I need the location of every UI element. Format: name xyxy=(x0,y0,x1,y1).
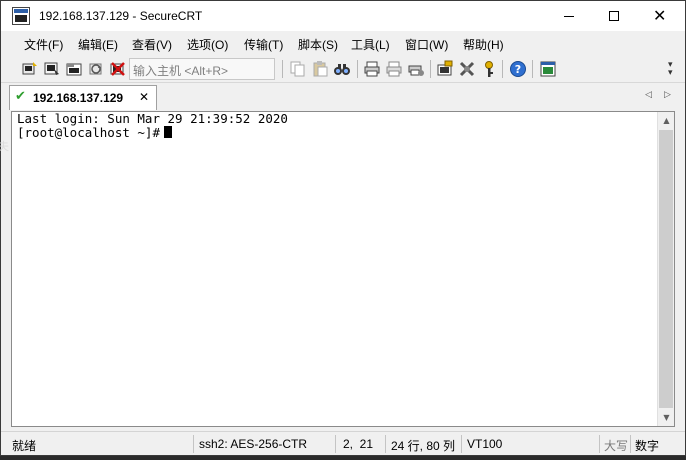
tab-scroll-left-icon[interactable]: ◁ xyxy=(645,90,652,100)
window-title: 192.168.137.129 - SecureCRT xyxy=(39,9,203,23)
menu-options[interactable]: 选项(O) xyxy=(187,36,228,53)
menu-view[interactable]: 查看(V) xyxy=(132,36,172,53)
print-setup-icon[interactable] xyxy=(407,60,425,78)
tab-close-icon[interactable]: ✕ xyxy=(139,90,149,104)
terminal-prompt: [root@localhost ~]# xyxy=(17,125,160,140)
toolbar-overflow-icon[interactable]: ▾ ▾ xyxy=(668,61,678,78)
session-options-icon[interactable] xyxy=(436,60,454,78)
connect-in-tab-icon[interactable] xyxy=(65,60,83,78)
toolbar: 输入主机 <Alt+R> ? ▾ ▾ xyxy=(1,55,685,83)
status-separator xyxy=(193,435,194,453)
tab-scroll-right-icon[interactable]: ▷ xyxy=(664,90,671,100)
minimize-button[interactable] xyxy=(546,1,592,31)
status-encryption: ssh2: AES-256-CTR xyxy=(199,437,308,451)
menu-file[interactable]: 文件(F) xyxy=(24,36,63,53)
status-separator xyxy=(630,435,631,453)
scroll-down-icon[interactable]: ▼ xyxy=(658,409,675,426)
status-separator xyxy=(335,435,336,453)
menu-window[interactable]: 窗口(W) xyxy=(405,36,448,53)
print-icon[interactable] xyxy=(363,60,381,78)
disconnect-icon[interactable] xyxy=(109,60,127,78)
reconnect-icon[interactable] xyxy=(87,60,105,78)
terminal-line: Last login: Sun Mar 29 21:39:52 2020 xyxy=(17,111,288,126)
menu-transfer[interactable]: 传输(T) xyxy=(244,36,283,53)
background-strip xyxy=(0,456,686,460)
status-cursor-position: 2, 21 xyxy=(343,437,374,451)
help-icon[interactable]: ? xyxy=(509,60,527,78)
status-num-lock: 数字 xyxy=(635,439,660,453)
status-bar: 就绪 ssh2: AES-256-CTR 2, 21 24 行, 80 列 VT… xyxy=(1,431,685,455)
status-caps-lock: 大写 xyxy=(604,439,629,453)
maximize-button[interactable] xyxy=(591,1,637,31)
maximize-icon xyxy=(609,11,619,21)
toolbar-separator xyxy=(532,60,533,78)
toolbar-separator xyxy=(357,60,358,78)
securecrt-window: 192.168.137.129 - SecureCRT ✕ 文件(F) 编辑(E… xyxy=(0,0,686,456)
tab-session[interactable]: ✔ 192.168.137.129 ✕ xyxy=(9,85,157,110)
terminal-output: Last login: Sun Mar 29 21:39:52 2020 [roo… xyxy=(17,112,288,140)
menu-edit[interactable]: 编辑(E) xyxy=(78,36,118,53)
keymap-icon[interactable] xyxy=(480,60,498,78)
terminal-prompt-line: [root@localhost ~]# xyxy=(17,126,288,140)
paste-icon[interactable] xyxy=(311,60,329,78)
connect-icon[interactable] xyxy=(21,60,39,78)
title-bar: 192.168.137.129 - SecureCRT ✕ xyxy=(1,1,685,31)
quick-connect-icon[interactable] xyxy=(43,60,61,78)
session-tab-bar: ✔ 192.168.137.129 ✕ ◁ ▷ xyxy=(1,84,685,110)
terminal-cursor xyxy=(164,126,172,138)
status-separator xyxy=(599,435,600,453)
scroll-up-icon[interactable]: ▲ xyxy=(658,112,675,129)
minimize-icon xyxy=(564,16,574,17)
status-dimensions: 24 行, 80 列 xyxy=(391,439,456,453)
terminal-scrollbar[interactable]: ▲ ▼ xyxy=(657,112,674,426)
status-separator xyxy=(461,435,462,453)
close-button[interactable]: ✕ xyxy=(637,1,683,31)
print-selection-icon[interactable] xyxy=(385,60,403,78)
menu-script[interactable]: 脚本(S) xyxy=(298,36,338,53)
toolbar-separator xyxy=(502,60,503,78)
menu-help[interactable]: 帮助(H) xyxy=(463,36,504,53)
securecrt-app-icon[interactable] xyxy=(12,7,30,25)
menu-tools[interactable]: 工具(L) xyxy=(351,36,390,53)
copy-icon[interactable] xyxy=(289,60,307,78)
status-ready: 就绪 xyxy=(12,439,37,453)
menu-bar: 文件(F) 编辑(E) 查看(V) 选项(O) 传输(T) 脚本(S) 工具(L… xyxy=(1,31,685,55)
close-icon: ✕ xyxy=(653,6,667,25)
global-options-icon[interactable] xyxy=(458,60,476,78)
tab-label: 192.168.137.129 xyxy=(33,91,124,105)
find-icon[interactable] xyxy=(333,60,351,78)
svg-text:?: ? xyxy=(515,63,521,76)
terminal-view[interactable]: Last login: Sun Mar 29 21:39:52 2020 [roo… xyxy=(11,111,675,427)
scrollbar-thumb[interactable] xyxy=(659,130,673,408)
about-icon[interactable] xyxy=(539,60,557,78)
status-separator xyxy=(385,435,386,453)
check-icon: ✔ xyxy=(15,89,26,104)
status-emulation: VT100 xyxy=(467,437,503,451)
toolbar-separator xyxy=(430,60,431,78)
toolbar-separator xyxy=(282,60,283,78)
background-glyph: 夫 xyxy=(0,141,9,153)
host-command-input[interactable]: 输入主机 <Alt+R> xyxy=(129,58,275,80)
